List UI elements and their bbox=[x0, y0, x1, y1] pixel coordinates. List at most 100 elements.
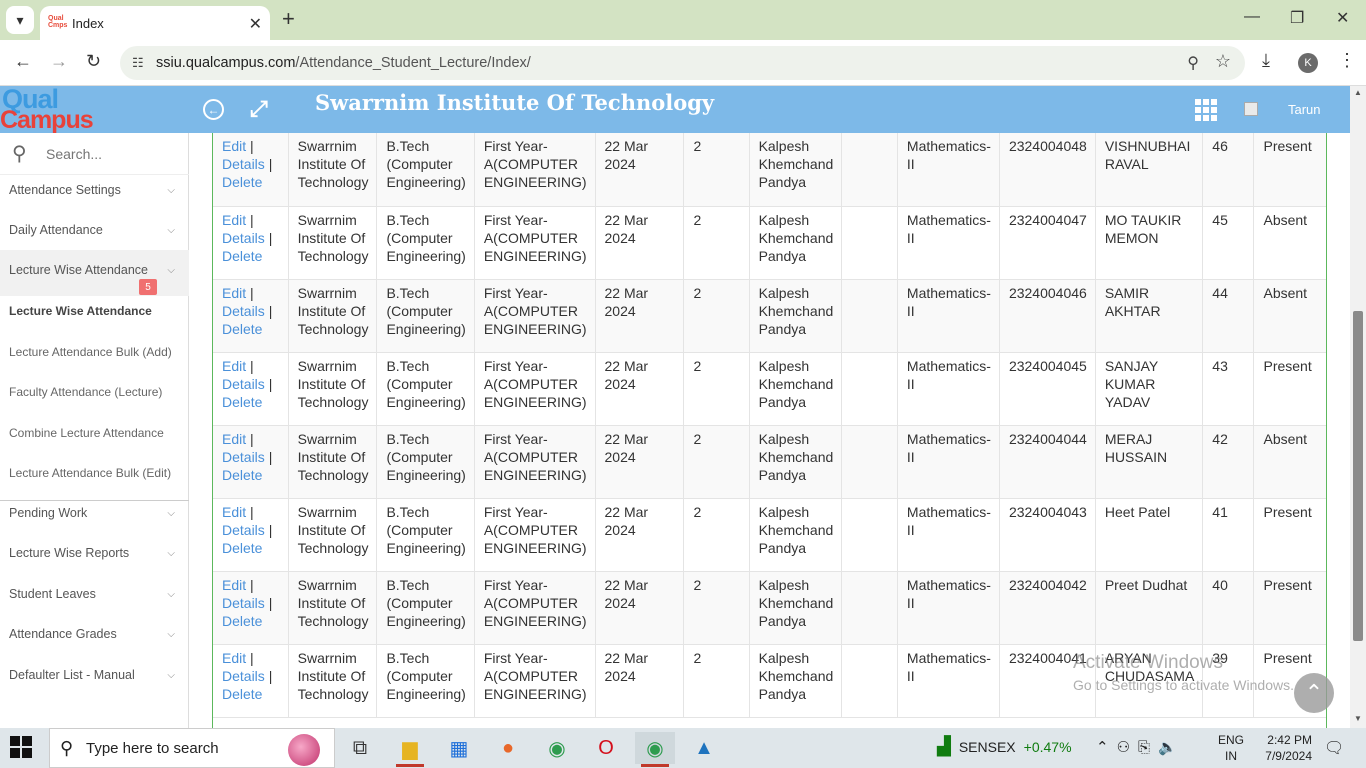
details-link[interactable]: Details bbox=[222, 376, 265, 392]
delete-link[interactable]: Delete bbox=[222, 248, 262, 264]
reload-icon[interactable]: ↻ bbox=[86, 51, 101, 72]
sidebar-toggle-icon[interactable]: ← bbox=[203, 99, 224, 120]
back-arrow-icon[interactable]: ← bbox=[14, 51, 32, 72]
division-cell: First Year-A(COMPUTER ENGINEERING) bbox=[474, 352, 596, 426]
taskbar-search-box[interactable]: ⚲ Type here to search bbox=[49, 728, 335, 768]
course-cell: B.Tech (Computer Engineering) bbox=[376, 571, 475, 645]
bookmark-star-icon[interactable]: ☆ bbox=[1215, 51, 1231, 72]
sidebar-item-lecture-wise-reports[interactable]: Lecture Wise Reports ⌵ bbox=[0, 533, 189, 573]
edit-link[interactable]: Edit bbox=[222, 358, 246, 374]
tab-search-button[interactable]: ▾ bbox=[6, 6, 34, 34]
scrollbar-thumb[interactable] bbox=[1353, 311, 1363, 641]
taskbar-clock[interactable]: 2:42 PM 7/9/2024 bbox=[1250, 732, 1312, 764]
scroll-down-arrow-icon[interactable]: ▼ bbox=[1354, 714, 1362, 723]
windows-start-icon[interactable] bbox=[10, 736, 32, 758]
sidebar-item-lecture-wise-attendance[interactable]: Lecture Wise Attendance bbox=[0, 291, 189, 331]
new-tab-button[interactable]: + bbox=[282, 8, 295, 30]
close-tab-icon[interactable]: ✕ bbox=[249, 14, 262, 34]
address-bar[interactable]: ☷ ssiu.qualcampus.com/Attendance_Student… bbox=[120, 46, 1245, 80]
status-cell: Present bbox=[1253, 133, 1326, 207]
chrome-profile-icon[interactable]: ◉ bbox=[635, 732, 675, 767]
link-separator: | bbox=[268, 667, 273, 684]
edit-link[interactable]: Edit bbox=[222, 650, 246, 666]
sidebar-item-label: Lecture Attendance Bulk (Add) bbox=[9, 345, 172, 359]
download-icon[interactable]: ⤓ bbox=[1262, 50, 1270, 71]
details-link[interactable]: Details bbox=[222, 230, 265, 246]
course-cell: B.Tech (Computer Engineering) bbox=[376, 352, 475, 426]
edit-link[interactable]: Edit bbox=[222, 577, 246, 593]
edit-link[interactable]: Edit bbox=[222, 138, 246, 154]
sidebar-item-attendance-grades[interactable]: Attendance Grades ⌵ bbox=[0, 614, 189, 654]
firefox-icon[interactable]: ● bbox=[488, 732, 528, 764]
details-link[interactable]: Details bbox=[222, 156, 265, 172]
page-scrollbar[interactable]: ▲ ▼ bbox=[1350, 86, 1366, 728]
delete-link[interactable]: Delete bbox=[222, 321, 262, 337]
student-cell: SANJAY KUMAR YADAV bbox=[1095, 352, 1204, 426]
sidebar-item-combine-lecture-attendance[interactable]: Combine Lecture Attendance bbox=[0, 413, 189, 453]
details-link[interactable]: Details bbox=[222, 449, 265, 465]
profile-avatar[interactable]: K bbox=[1298, 53, 1318, 73]
user-avatar[interactable] bbox=[1244, 102, 1258, 116]
notification-center-icon[interactable]: 🗨 bbox=[1324, 738, 1344, 758]
course-cell: B.Tech (Computer Engineering) bbox=[376, 133, 475, 207]
details-link[interactable]: Details bbox=[222, 595, 265, 611]
forward-arrow-icon[interactable]: → bbox=[50, 51, 68, 72]
table-row: Edit | Details | Delete Swarrnim Institute … bbox=[213, 498, 1326, 572]
language-indicator[interactable]: ENG IN bbox=[1218, 732, 1244, 764]
sidebar-item-attendance-settings[interactable]: Attendance Settings ⌵ bbox=[0, 170, 189, 210]
sidebar-item-pending-work[interactable]: Pending Work ⌵ bbox=[0, 493, 189, 533]
zoom-icon[interactable]: ⚲ bbox=[1187, 53, 1199, 73]
status-cell: Present bbox=[1253, 498, 1326, 572]
delete-link[interactable]: Delete bbox=[222, 613, 262, 629]
sidebar-item-defaulter-list[interactable]: Defaulter List - Manual ⌵ bbox=[0, 655, 189, 695]
qualcampus-logo[interactable]: Qual Campus bbox=[0, 84, 189, 134]
table-row: Edit | Details | Delete Swarrnim Institute … bbox=[213, 279, 1326, 353]
delete-link[interactable]: Delete bbox=[222, 174, 262, 190]
sidebar-search-input[interactable] bbox=[44, 144, 174, 163]
delete-link[interactable]: Delete bbox=[222, 467, 262, 483]
user-name[interactable]: Tarun bbox=[1288, 102, 1321, 117]
close-window-icon[interactable]: ✕ bbox=[1336, 8, 1349, 28]
apps-grid-icon[interactable] bbox=[1195, 99, 1217, 121]
sidebar-item-lecture-wise-attendance-group[interactable]: Lecture Wise Attendance ⌵ bbox=[0, 250, 189, 290]
details-link[interactable]: Details bbox=[222, 303, 265, 319]
details-link[interactable]: Details bbox=[222, 522, 265, 538]
edit-link[interactable]: Edit bbox=[222, 212, 246, 228]
link-separator: | bbox=[250, 649, 254, 666]
photos-icon[interactable]: ▲ bbox=[684, 732, 724, 764]
opera-icon[interactable]: O bbox=[586, 732, 626, 764]
fullscreen-icon[interactable]: ⤢ bbox=[250, 96, 268, 122]
edit-link[interactable]: Edit bbox=[222, 431, 246, 447]
restore-icon[interactable]: ❐ bbox=[1290, 8, 1304, 28]
browser-tab[interactable]: Qual Cmps Index ✕ bbox=[40, 6, 270, 40]
sidebar-item-label: Lecture Wise Reports bbox=[9, 546, 130, 560]
edit-link[interactable]: Edit bbox=[222, 504, 246, 520]
sidebar-item-student-leaves[interactable]: Student Leaves ⌵ bbox=[0, 574, 189, 614]
system-tray-icons[interactable]: ⌃⚇⎘🔈 bbox=[1096, 738, 1185, 756]
institute-cell: Swarrnim Institute Of Technology bbox=[288, 644, 378, 718]
chevron-down-icon: ⌵ bbox=[167, 507, 175, 519]
task-view-icon[interactable]: ⧉ bbox=[340, 732, 380, 764]
scroll-up-arrow-icon[interactable]: ▲ bbox=[1354, 88, 1362, 97]
details-link[interactable]: Details bbox=[222, 668, 265, 684]
delete-link[interactable]: Delete bbox=[222, 394, 262, 410]
chrome-icon[interactable]: ◉ bbox=[537, 732, 577, 764]
sensex-widget[interactable]: ▟ SENSEX +0.47% bbox=[937, 736, 1072, 757]
microsoft-store-icon[interactable]: ▦ bbox=[439, 732, 479, 764]
delete-link[interactable]: Delete bbox=[222, 686, 262, 702]
sidebar-item-lecture-attendance-bulk-edit[interactable]: Lecture Attendance Bulk (Edit) bbox=[0, 453, 189, 493]
file-explorer-icon[interactable]: ▆ bbox=[390, 732, 430, 767]
sidebar-item-lecture-attendance-bulk-add[interactable]: Lecture Attendance Bulk (Add) bbox=[0, 332, 189, 372]
sidebar-item-daily-attendance[interactable]: Daily Attendance ⌵ bbox=[0, 210, 189, 250]
browser-menu-icon[interactable]: ⋮ bbox=[1338, 50, 1356, 71]
delete-link[interactable]: Delete bbox=[222, 540, 262, 556]
edit-link[interactable]: Edit bbox=[222, 285, 246, 301]
sidebar-item-faculty-attendance[interactable]: Faculty Attendance (Lecture) bbox=[0, 372, 189, 412]
scroll-to-top-button[interactable]: ⌃ bbox=[1294, 673, 1334, 713]
subject-cell: Mathematics-II bbox=[897, 644, 1000, 718]
minimize-icon[interactable]: — bbox=[1244, 8, 1260, 26]
attendance-table-container: Edit | Details | Delete Swarrnim Institute … bbox=[212, 133, 1327, 728]
actions-cell: Edit | Details | Delete bbox=[213, 571, 289, 645]
institute-cell: Swarrnim Institute Of Technology bbox=[288, 352, 378, 426]
site-info-icon[interactable]: ☷ bbox=[132, 55, 152, 71]
